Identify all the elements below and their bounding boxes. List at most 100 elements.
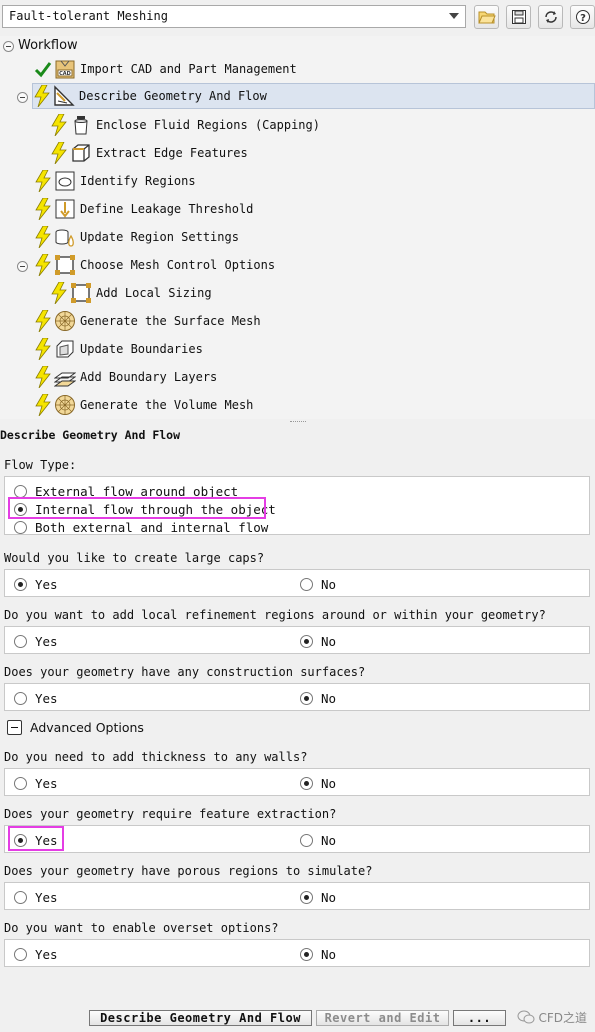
option-label: Yes bbox=[35, 946, 58, 962]
describe-geometry-button[interactable]: Describe Geometry And Flow bbox=[89, 1010, 312, 1026]
more-options-button[interactable]: ... bbox=[453, 1010, 506, 1026]
porous-regions-no-option[interactable]: No bbox=[300, 888, 336, 906]
thickness-no-option[interactable]: No bbox=[300, 774, 336, 792]
radio-button[interactable] bbox=[14, 634, 27, 648]
help-button[interactable]: ? bbox=[570, 5, 595, 29]
radio-button[interactable] bbox=[14, 890, 27, 904]
task-add-boundary-layers[interactable]: Add Boundary Layers bbox=[34, 364, 217, 390]
task-label: Enclose Fluid Regions (Capping) bbox=[96, 118, 320, 132]
task-enclose-fluid-regions[interactable]: Enclose Fluid Regions (Capping) bbox=[50, 112, 320, 138]
highlight-box bbox=[8, 497, 266, 519]
task-add-local-sizing[interactable]: Add Local Sizing bbox=[50, 280, 212, 306]
bolt-icon bbox=[34, 170, 52, 192]
option-label: No bbox=[321, 889, 337, 905]
radio-button-selected[interactable] bbox=[300, 947, 313, 961]
radio-button[interactable] bbox=[300, 577, 313, 591]
radio-button-selected[interactable] bbox=[300, 634, 313, 648]
geometry-flow-icon bbox=[54, 85, 75, 106]
flow-both-option[interactable]: Both external and internal flow bbox=[14, 518, 268, 536]
workflow-select[interactable]: Fault-tolerant Meshing bbox=[2, 5, 466, 28]
overset-question: Do you want to enable overset options? bbox=[4, 921, 279, 935]
large-caps-no-option[interactable]: No bbox=[300, 575, 336, 593]
task-panel: Describe Geometry And Flow Flow Type: Ex… bbox=[0, 425, 595, 1007]
task-label: Generate the Surface Mesh bbox=[80, 314, 261, 328]
feature-extraction-no-option[interactable]: No bbox=[300, 831, 336, 849]
porous-regions-yes-option[interactable]: Yes bbox=[14, 888, 58, 906]
option-label: Yes bbox=[35, 690, 58, 706]
radio-button[interactable] bbox=[14, 947, 27, 961]
thickness-yes-option[interactable]: Yes bbox=[14, 774, 58, 792]
task-label: Describe Geometry And Flow bbox=[79, 89, 267, 103]
task-label: Update Region Settings bbox=[80, 230, 239, 244]
option-label: No bbox=[321, 576, 337, 592]
radio-button[interactable] bbox=[14, 520, 27, 534]
regions-icon bbox=[55, 171, 75, 191]
feature-extraction-group: Yes No bbox=[4, 825, 590, 853]
option-label: Yes bbox=[35, 889, 58, 905]
task-update-region-settings[interactable]: Update Region Settings bbox=[34, 224, 239, 250]
option-label: No bbox=[321, 633, 337, 649]
radio-button-selected[interactable] bbox=[14, 577, 27, 591]
advanced-options-toggle[interactable]: Advanced Options bbox=[7, 720, 144, 735]
region-settings-icon bbox=[55, 229, 74, 247]
flow-type-label: Flow Type: bbox=[4, 458, 77, 472]
save-button[interactable] bbox=[506, 5, 531, 29]
bolt-icon bbox=[50, 142, 68, 164]
option-label: Both external and internal flow bbox=[35, 519, 269, 535]
mesh-control-collapse-toggle[interactable] bbox=[17, 261, 28, 272]
radio-button-selected[interactable] bbox=[300, 776, 313, 790]
task-identify-regions[interactable]: Identify Regions bbox=[34, 168, 196, 194]
porous-regions-group: Yes No bbox=[4, 882, 590, 910]
boundaries-icon bbox=[56, 340, 74, 358]
construction-surfaces-question: Does your geometry have any construction… bbox=[4, 665, 366, 679]
radio-button-selected[interactable] bbox=[300, 890, 313, 904]
thickness-group: Yes No bbox=[4, 768, 590, 796]
task-define-leakage-threshold[interactable]: Define Leakage Threshold bbox=[34, 196, 253, 222]
option-label: Yes bbox=[35, 633, 58, 649]
describe-geometry-collapse-toggle[interactable] bbox=[17, 92, 28, 103]
task-update-boundaries[interactable]: Update Boundaries bbox=[34, 336, 203, 362]
bolt-icon bbox=[34, 366, 52, 388]
bolt-icon bbox=[34, 394, 52, 416]
revert-and-edit-button[interactable]: Revert and Edit bbox=[316, 1010, 449, 1026]
overset-yes-option[interactable]: Yes bbox=[14, 945, 58, 963]
radio-button-selected[interactable] bbox=[300, 691, 313, 705]
construction-surfaces-yes-option[interactable]: Yes bbox=[14, 689, 58, 707]
action-bar: Describe Geometry And Flow Revert and Ed… bbox=[0, 1007, 595, 1032]
local-refinement-no-option[interactable]: No bbox=[300, 632, 336, 650]
help-icon: ? bbox=[575, 10, 590, 24]
task-import-cad[interactable]: CAD Import CAD and Part Management bbox=[34, 56, 297, 82]
task-label: Update Boundaries bbox=[80, 342, 203, 356]
boundary-layers-icon bbox=[54, 372, 76, 387]
radio-button[interactable] bbox=[14, 776, 27, 790]
local-refinement-yes-option[interactable]: Yes bbox=[14, 632, 58, 650]
task-label: Extract Edge Features bbox=[96, 146, 248, 160]
workflow-tree: Workflow CAD Import CAD and Part Managem… bbox=[0, 36, 595, 420]
cad-import-icon: CAD bbox=[55, 60, 75, 79]
volume-mesh-icon bbox=[55, 395, 75, 415]
task-label: Define Leakage Threshold bbox=[80, 202, 254, 216]
splitter-grip bbox=[290, 421, 306, 423]
local-sizing-icon bbox=[71, 283, 91, 303]
refresh-button[interactable] bbox=[538, 5, 563, 29]
open-folder-button[interactable] bbox=[474, 5, 499, 29]
task-label: Add Boundary Layers bbox=[80, 370, 218, 384]
radio-button[interactable] bbox=[300, 833, 313, 847]
task-generate-volume-mesh[interactable]: Generate the Volume Mesh bbox=[34, 392, 253, 418]
task-extract-edge-features[interactable]: Extract Edge Features bbox=[50, 140, 248, 166]
task-generate-surface-mesh[interactable]: Generate the Surface Mesh bbox=[34, 308, 261, 334]
task-choose-mesh-control-options[interactable]: Choose Mesh Control Options bbox=[34, 252, 275, 278]
panel-title: Describe Geometry And Flow bbox=[0, 428, 181, 442]
mesh-control-icon bbox=[55, 255, 75, 275]
radio-button[interactable] bbox=[14, 484, 27, 498]
radio-button[interactable] bbox=[14, 691, 27, 705]
toolbar: Fault-tolerant Meshing ? bbox=[0, 0, 595, 36]
thickness-question: Do you need to add thickness to any wall… bbox=[4, 750, 308, 764]
construction-surfaces-no-option[interactable]: No bbox=[300, 689, 336, 707]
large-caps-yes-option[interactable]: Yes bbox=[14, 575, 58, 593]
overset-no-option[interactable]: No bbox=[300, 945, 336, 963]
workflow-collapse-toggle[interactable] bbox=[3, 41, 14, 52]
task-describe-geometry[interactable]: Describe Geometry And Flow bbox=[32, 83, 595, 109]
task-label: Identify Regions bbox=[80, 174, 196, 188]
bolt-icon bbox=[50, 282, 68, 304]
